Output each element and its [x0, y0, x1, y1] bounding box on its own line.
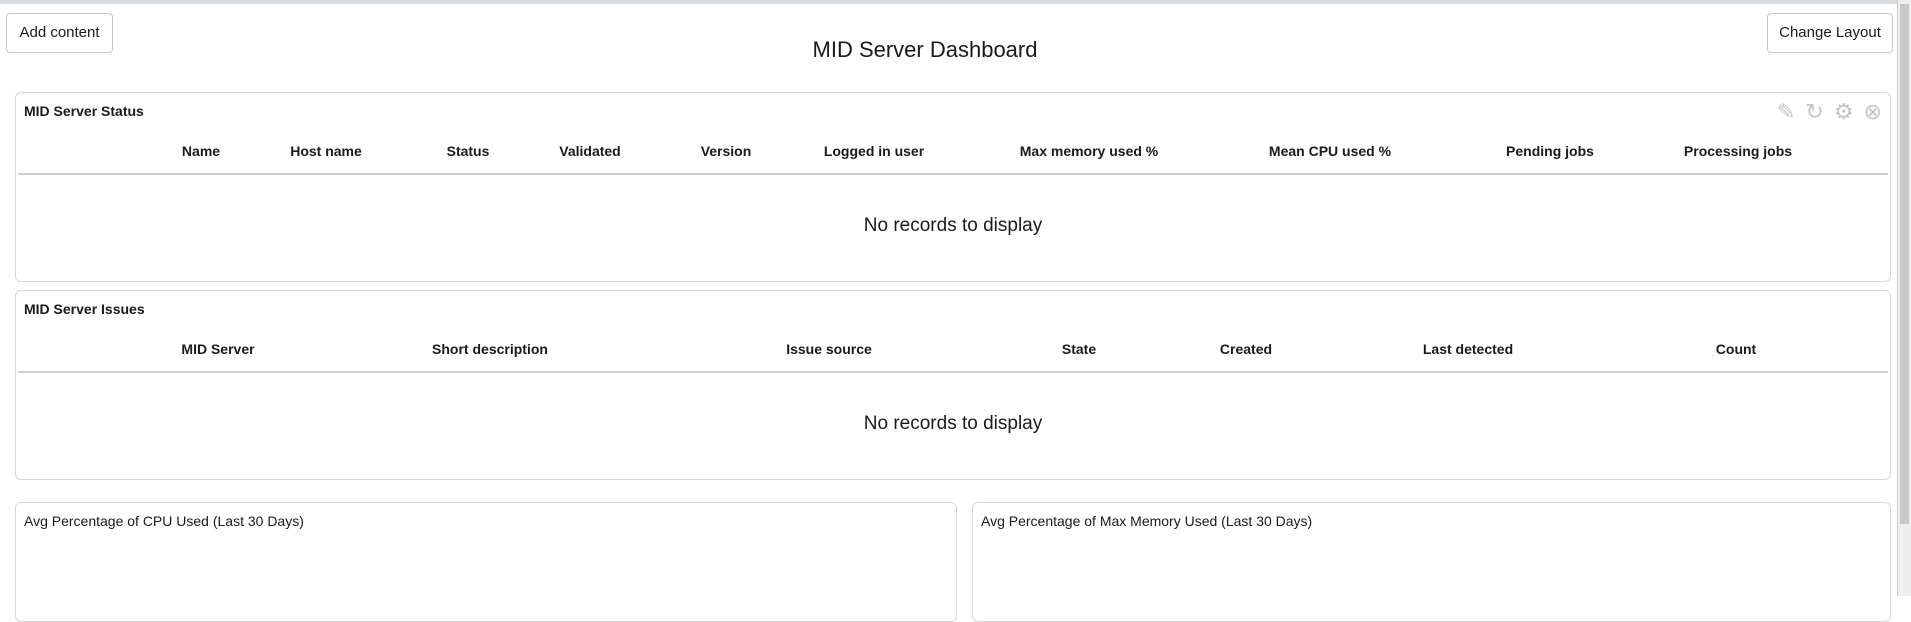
- column-header[interactable]: Name: [182, 143, 220, 159]
- pencil-icon[interactable]: ✎: [1777, 99, 1795, 125]
- mid-server-issues-panel: MID Server Issues MID Server Short descr…: [15, 290, 1891, 480]
- panel-title: MID Server Issues: [24, 301, 145, 317]
- top-border: [0, 0, 1897, 4]
- column-header[interactable]: Host name: [290, 143, 362, 159]
- panel-title: Avg Percentage of CPU Used (Last 30 Days…: [24, 513, 304, 529]
- empty-message: No records to display: [863, 413, 1043, 434]
- column-header[interactable]: Version: [701, 143, 752, 159]
- empty-message: No records to display: [863, 215, 1043, 236]
- column-header[interactable]: Short description: [432, 341, 548, 357]
- change-layout-button[interactable]: Change Layout: [1767, 13, 1893, 53]
- mid-server-status-panel: MID Server Status ✎ ↻ ⚙ ⊗ Name Host name…: [15, 92, 1891, 282]
- scrollbar-thumb[interactable]: [1900, 4, 1909, 524]
- column-header[interactable]: Validated: [559, 143, 620, 159]
- column-header[interactable]: Mean CPU used %: [1269, 143, 1391, 159]
- column-header[interactable]: Processing jobs: [1684, 143, 1792, 159]
- memory-usage-panel: Avg Percentage of Max Memory Used (Last …: [972, 502, 1891, 622]
- column-header[interactable]: Issue source: [786, 341, 872, 357]
- close-icon[interactable]: ⊗: [1864, 99, 1882, 125]
- column-header[interactable]: Last detected: [1423, 341, 1513, 357]
- column-header[interactable]: Created: [1220, 341, 1272, 357]
- scrollbar[interactable]: [1897, 0, 1911, 596]
- column-header[interactable]: Status: [447, 143, 490, 159]
- header-divider: [18, 173, 1888, 175]
- refresh-icon[interactable]: ↻: [1805, 99, 1823, 125]
- column-header[interactable]: State: [1062, 341, 1096, 357]
- panel-title: Avg Percentage of Max Memory Used (Last …: [981, 513, 1313, 529]
- gear-icon[interactable]: ⚙: [1834, 99, 1854, 125]
- header-divider: [18, 371, 1888, 373]
- column-header[interactable]: Count: [1716, 341, 1756, 357]
- column-header[interactable]: MID Server: [181, 341, 254, 357]
- panel-title: MID Server Status: [24, 103, 144, 119]
- column-header[interactable]: Max memory used %: [1020, 143, 1159, 159]
- cpu-usage-panel: Avg Percentage of CPU Used (Last 30 Days…: [15, 502, 957, 622]
- column-header[interactable]: Pending jobs: [1506, 143, 1594, 159]
- page-title: MID Server Dashboard: [812, 37, 1038, 62]
- column-header[interactable]: Logged in user: [824, 143, 924, 159]
